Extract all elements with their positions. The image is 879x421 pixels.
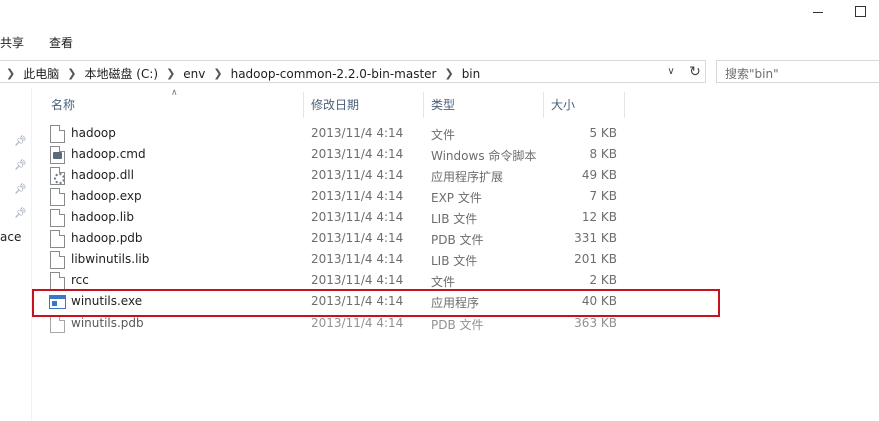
file-type: 文件	[431, 128, 456, 142]
crumb-this-pc[interactable]: 此电脑	[23, 65, 59, 82]
exe-file-icon	[49, 295, 66, 309]
crumb-env[interactable]: env	[183, 67, 205, 81]
column-divider[interactable]	[624, 92, 625, 118]
search-placeholder: 搜索"bin"	[725, 67, 779, 81]
pin-icon[interactable]: 📌︎	[14, 136, 27, 148]
file-type: LIB 文件	[431, 254, 478, 268]
chevron-right-icon[interactable]: ❯	[166, 67, 175, 80]
dll-file-icon	[50, 167, 65, 185]
file-size: 363 KB	[574, 316, 617, 330]
file-name: winutils.pdb	[71, 316, 144, 330]
pin-icon[interactable]: 📌︎	[14, 208, 27, 220]
file-row[interactable]: hadoop.pdb 2013/11/4 4:14 PDB 文件 331 KB	[36, 228, 720, 249]
file-date: 2013/11/4 4:14	[311, 210, 404, 224]
file-type: 应用程序扩展	[431, 170, 504, 184]
chevron-right-icon[interactable]: ❯	[213, 67, 222, 80]
nav-item-ace[interactable]: ace	[0, 230, 21, 244]
file-name: hadoop.lib	[71, 210, 134, 224]
maximize-button[interactable]	[854, 4, 868, 18]
pin-icon[interactable]: 📌︎	[14, 184, 27, 196]
column-header-date[interactable]: 修改日期	[311, 96, 359, 113]
file-date: 2013/11/4 4:14	[311, 294, 404, 308]
file-size: 201 KB	[574, 252, 617, 266]
file-icon	[50, 251, 65, 269]
crumb-hadoop-common[interactable]: hadoop-common-2.2.0-bin-master	[231, 67, 437, 81]
file-type: PDB 文件	[431, 318, 484, 332]
tab-view[interactable]: 查看	[49, 34, 73, 51]
file-icon	[50, 188, 65, 206]
column-header-name[interactable]: 名称	[51, 96, 75, 113]
file-date: 2013/11/4 4:14	[311, 273, 404, 287]
file-type: 应用程序	[431, 296, 480, 310]
address-bar[interactable]: ❯ 此电脑 ❯ 本地磁盘 (C:) ❯ env ❯ hadoop-common-…	[0, 60, 706, 83]
column-header-size[interactable]: 大小	[551, 96, 575, 113]
file-date: 2013/11/4 4:14	[311, 189, 404, 203]
file-size: 2 KB	[589, 273, 617, 287]
file-size: 331 KB	[574, 231, 617, 245]
refresh-icon[interactable]: ↻	[686, 63, 704, 81]
chevron-right-icon[interactable]: ❯	[444, 67, 453, 80]
file-type: 文件	[431, 275, 456, 289]
navigation-pane: 📌︎ 📌︎ 📌︎ 📌︎ ace	[0, 88, 32, 421]
file-name: hadoop	[71, 126, 116, 140]
crumb-local-disk[interactable]: 本地磁盘 (C:)	[84, 65, 158, 82]
file-size: 40 KB	[581, 294, 617, 308]
file-size: 8 KB	[589, 147, 617, 161]
column-divider[interactable]	[543, 92, 544, 118]
file-row[interactable]: hadoop.dll 2013/11/4 4:14 应用程序扩展 49 KB	[36, 165, 720, 186]
column-header-type[interactable]: 类型	[431, 96, 455, 113]
file-type: EXP 文件	[431, 191, 482, 205]
sort-ascending-icon: ∧	[171, 88, 178, 98]
file-date: 2013/11/4 4:14	[311, 168, 404, 182]
file-name: winutils.exe	[71, 294, 143, 308]
column-divider[interactable]	[423, 92, 424, 118]
file-date: 2013/11/4 4:14	[311, 231, 404, 245]
file-name: libwinutils.lib	[71, 252, 150, 266]
pin-icon[interactable]: 📌︎	[14, 160, 27, 172]
file-name: hadoop.pdb	[71, 231, 143, 245]
crumb-bin[interactable]: bin	[462, 67, 481, 81]
chevron-down-icon[interactable]: ∨	[664, 65, 678, 79]
minimize-button[interactable]	[812, 4, 826, 18]
file-date: 2013/11/4 4:14	[311, 316, 404, 330]
file-type: LIB 文件	[431, 212, 478, 226]
file-name: hadoop.dll	[71, 168, 134, 182]
file-row[interactable]: rcc 2013/11/4 4:14 文件 2 KB	[36, 270, 720, 291]
file-icon	[50, 125, 65, 143]
file-icon	[50, 209, 65, 227]
file-icon	[50, 315, 65, 333]
file-icon	[50, 230, 65, 248]
search-input[interactable]: 搜索"bin"	[716, 60, 879, 83]
file-row[interactable]: winutils.pdb 2013/11/4 4:14 PDB 文件 363 K…	[36, 313, 720, 334]
file-date: 2013/11/4 4:14	[311, 252, 404, 266]
file-date: 2013/11/4 4:14	[311, 126, 404, 140]
file-row[interactable]: hadoop.exp 2013/11/4 4:14 EXP 文件 7 KB	[36, 186, 720, 207]
file-icon	[50, 272, 65, 290]
file-size: 7 KB	[589, 189, 617, 203]
chevron-right-icon[interactable]: ❯	[6, 67, 15, 80]
file-size: 49 KB	[581, 168, 617, 182]
file-date: 2013/11/4 4:14	[311, 147, 404, 161]
file-row[interactable]: hadoop.lib 2013/11/4 4:14 LIB 文件 12 KB	[36, 207, 720, 228]
address-row: ❯ 此电脑 ❯ 本地磁盘 (C:) ❯ env ❯ hadoop-common-…	[0, 60, 879, 84]
file-name: rcc	[71, 273, 89, 287]
chevron-right-icon[interactable]: ❯	[67, 67, 76, 80]
file-row[interactable]: winutils.exe 2013/11/4 4:14 应用程序 40 KB	[36, 291, 720, 312]
breadcrumb: ❯ 此电脑 ❯ 本地磁盘 (C:) ❯ env ❯ hadoop-common-…	[6, 65, 488, 82]
file-name: hadoop.cmd	[71, 147, 146, 161]
file-type: PDB 文件	[431, 233, 484, 247]
file-row[interactable]: hadoop.cmd 2013/11/4 4:14 Windows 命令脚本 8…	[36, 144, 720, 165]
column-divider[interactable]	[303, 92, 304, 118]
file-row[interactable]: hadoop 2013/11/4 4:14 文件 5 KB	[36, 123, 720, 144]
file-size: 5 KB	[589, 126, 617, 140]
file-type: Windows 命令脚本	[431, 149, 537, 163]
file-row[interactable]: libwinutils.lib 2013/11/4 4:14 LIB 文件 20…	[36, 249, 720, 270]
file-size: 12 KB	[581, 210, 617, 224]
file-name: hadoop.exp	[71, 189, 142, 203]
tab-share[interactable]: 共享	[0, 34, 24, 51]
cmd-file-icon	[50, 146, 65, 164]
